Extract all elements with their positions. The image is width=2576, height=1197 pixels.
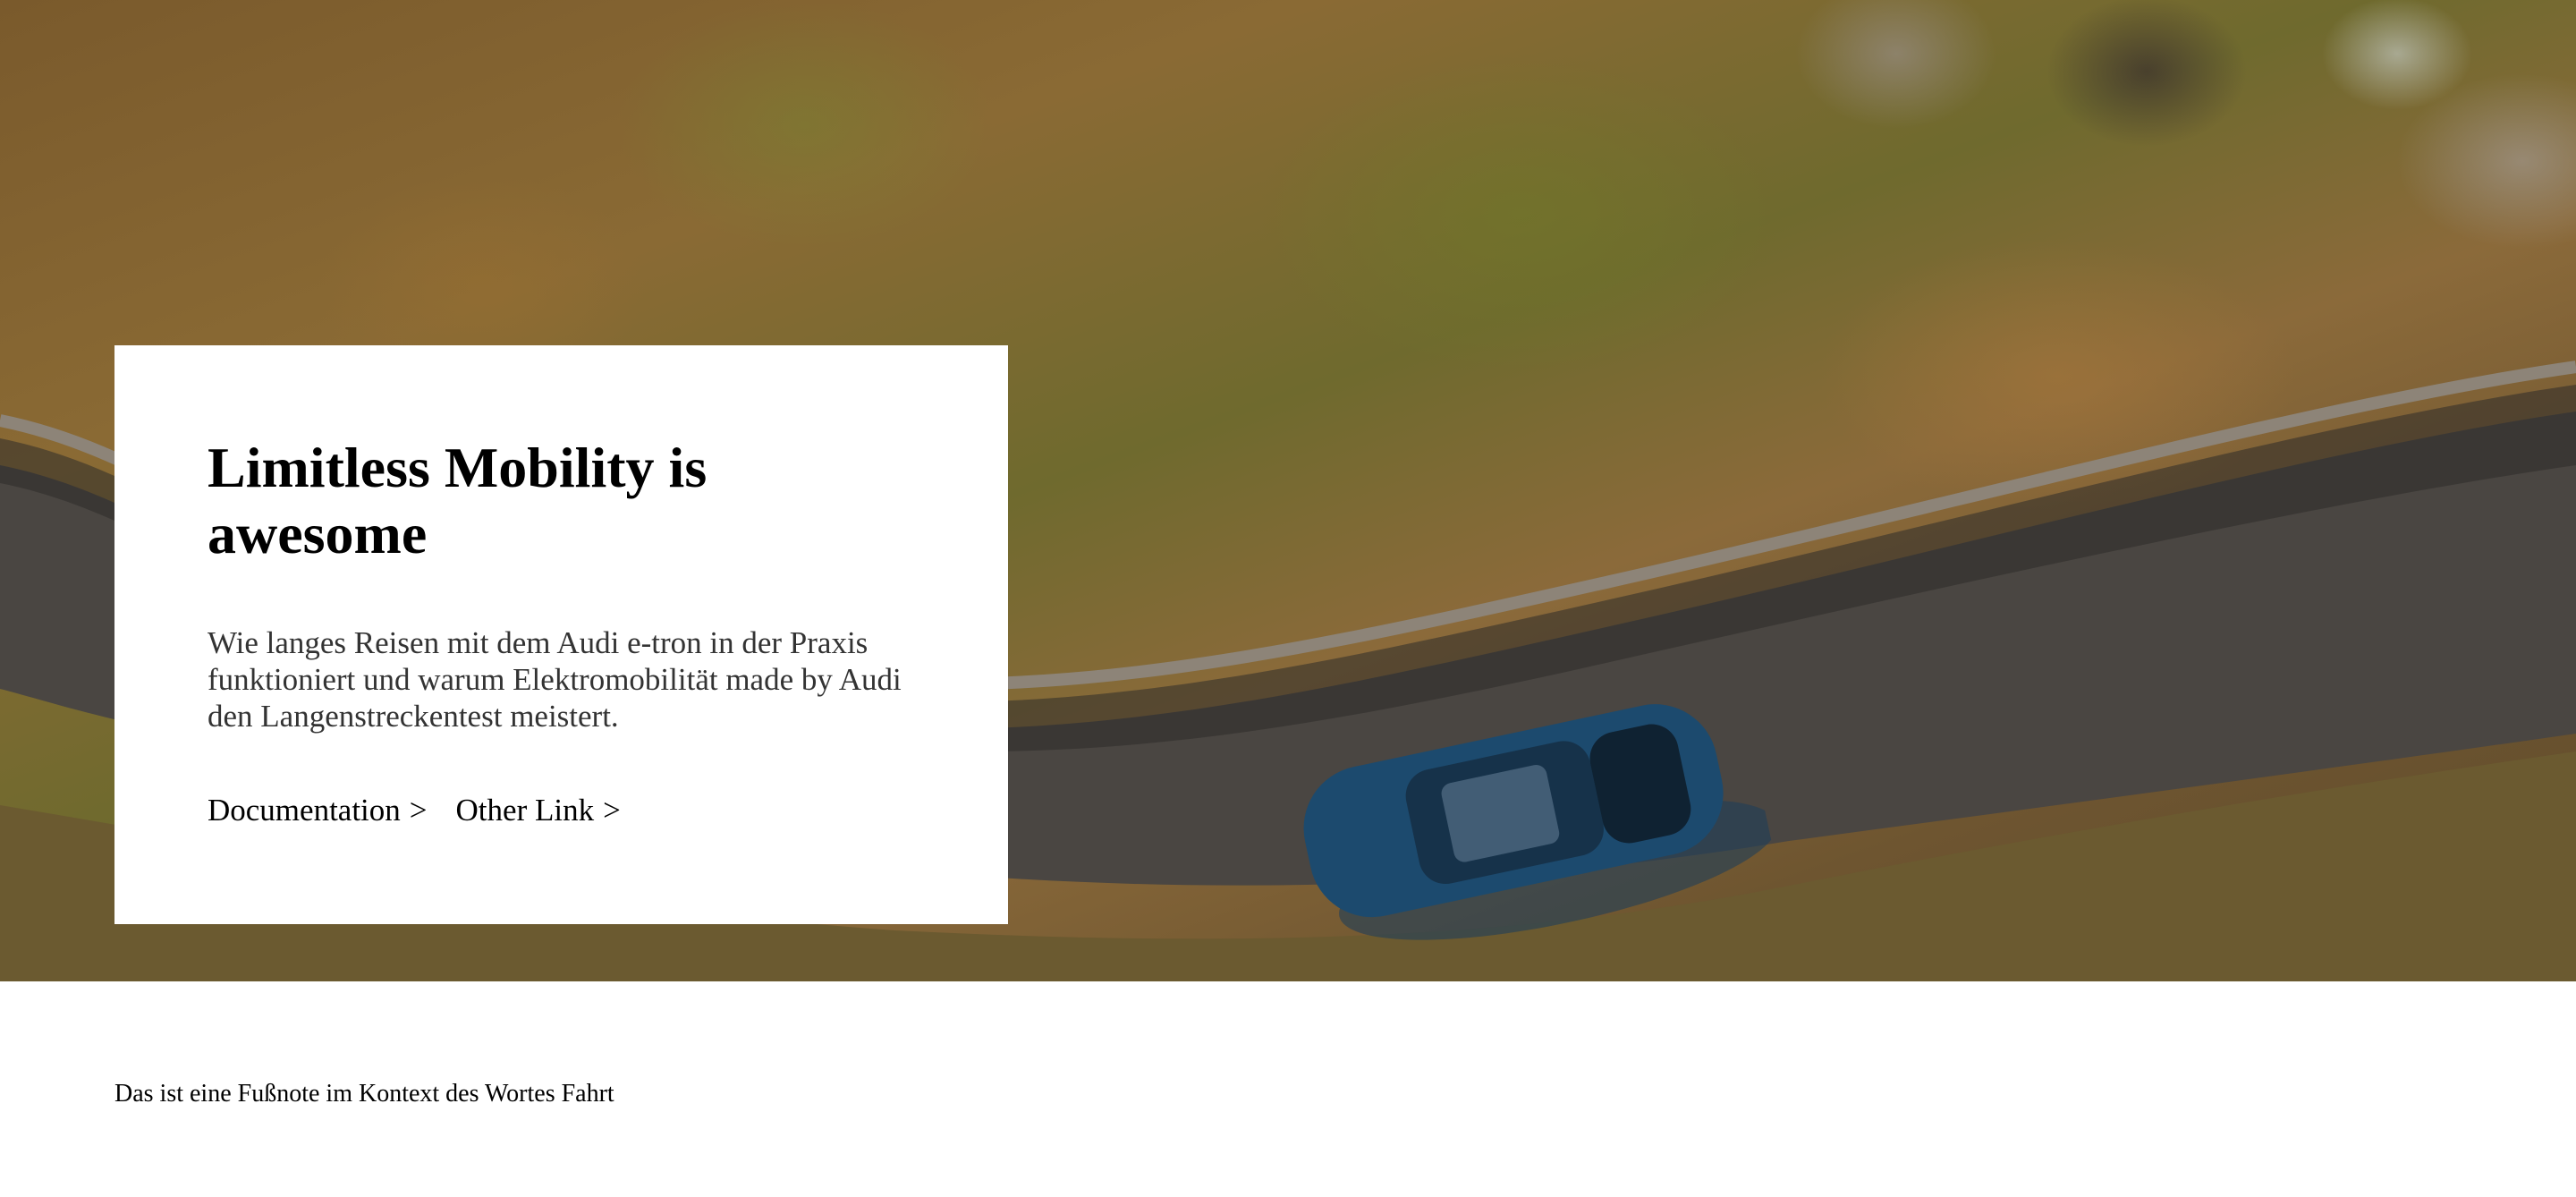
documentation-link[interactable]: Documentation > (208, 792, 428, 828)
card-links: Documentation > Other Link > (208, 792, 915, 828)
footnote: Das ist eine Fußnote im Kontext des Wort… (114, 1080, 614, 1108)
content-card: Limitless Mobility is awesome Wie langes… (114, 345, 1008, 924)
chevron-right-icon: > (409, 793, 428, 828)
hero-image: Limitless Mobility is awesome Wie langes… (0, 0, 2576, 981)
card-description: Wie langes Reisen mit dem Audi e-tron in… (208, 625, 902, 734)
chevron-right-icon: > (603, 793, 621, 828)
other-link-label: Other Link (455, 793, 595, 828)
card-title: Limitless Mobility is awesome (208, 436, 708, 565)
documentation-link-label: Documentation (208, 793, 401, 828)
other-link[interactable]: Other Link > (456, 792, 621, 828)
